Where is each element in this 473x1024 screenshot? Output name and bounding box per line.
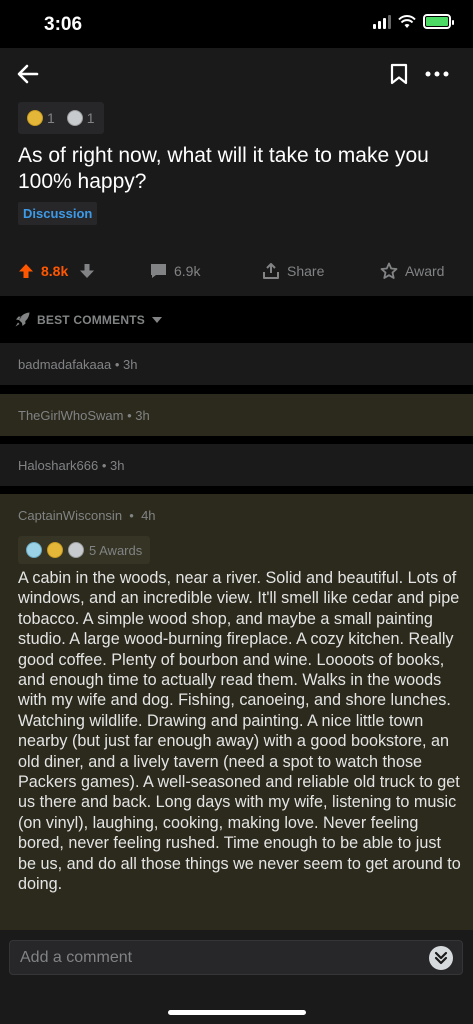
comment-bubble-icon bbox=[151, 264, 166, 278]
separator-dot: • bbox=[98, 457, 110, 473]
status-time: 3:06 bbox=[44, 14, 83, 35]
separator-dot: • bbox=[123, 407, 136, 423]
home-indicator bbox=[168, 1010, 306, 1015]
back-arrow-icon[interactable] bbox=[16, 62, 40, 86]
post-awards[interactable]: 1 1 bbox=[18, 102, 104, 134]
award-label: Award bbox=[405, 263, 445, 279]
wifi-icon bbox=[398, 14, 416, 28]
comment-age: 3h bbox=[135, 407, 150, 423]
separator-dot: • bbox=[125, 508, 138, 523]
separator-dot: • bbox=[111, 356, 124, 372]
more-options-icon[interactable] bbox=[424, 64, 450, 84]
comment-age: 3h bbox=[110, 457, 125, 473]
add-comment-input[interactable]: Add a comment bbox=[9, 940, 463, 975]
gold-award-count: 1 bbox=[47, 110, 55, 126]
award-button[interactable]: Award bbox=[380, 262, 444, 280]
post-title: As of right now, what will it take to ma… bbox=[18, 144, 429, 193]
collapsed-comment[interactable]: badmadafakaaa • 3h bbox=[0, 343, 473, 385]
signal-icon bbox=[373, 14, 391, 29]
sort-label: BEST COMMENTS bbox=[37, 312, 145, 327]
comment-meta: CaptainWisconsin • 4h bbox=[18, 508, 156, 523]
add-comment-placeholder: Add a comment bbox=[20, 948, 133, 966]
caret-down-icon bbox=[151, 316, 162, 323]
wholesome-award-icon bbox=[26, 542, 42, 558]
expanded-comment[interactable]: CaptainWisconsin • 4h 5 Awards A cabin i… bbox=[0, 494, 473, 930]
post-header: 1 1 As of right now, what will it take t… bbox=[0, 48, 473, 296]
vote-controls: 8.8k bbox=[18, 263, 95, 279]
nav-row bbox=[0, 62, 473, 88]
post-action-bar: 8.8k 6.9k Share Award bbox=[0, 258, 473, 284]
downvote-arrow-icon[interactable] bbox=[79, 263, 95, 279]
gold-award-icon bbox=[27, 110, 43, 126]
share-icon bbox=[263, 263, 279, 279]
comment-fade bbox=[0, 914, 473, 930]
silver-award-icon bbox=[68, 542, 84, 558]
comments-button[interactable]: 6.9k bbox=[150, 263, 200, 279]
share-label: Share bbox=[287, 263, 325, 279]
bottom-bar: Add a comment bbox=[0, 930, 473, 1024]
bookmark-icon[interactable] bbox=[388, 62, 410, 86]
collapsed-comment[interactable]: Haloshark666 • 3h bbox=[0, 444, 473, 486]
gold-award-icon bbox=[47, 542, 63, 558]
jump-to-next-button[interactable] bbox=[429, 946, 453, 970]
comment-author: Haloshark666 bbox=[18, 457, 99, 473]
awards-count-label: 5 Awards bbox=[89, 542, 143, 558]
comment-author[interactable]: CaptainWisconsin bbox=[18, 508, 122, 523]
upvote-arrow-icon[interactable] bbox=[18, 263, 34, 279]
award-star-icon bbox=[380, 262, 398, 279]
comment-sort-button[interactable]: BEST COMMENTS bbox=[0, 296, 473, 343]
double-chevron-down-icon bbox=[434, 951, 448, 965]
status-bar: 3:06 bbox=[0, 0, 473, 48]
post-flair[interactable]: Discussion bbox=[18, 202, 98, 225]
upvote-count: 8.8k bbox=[41, 263, 69, 279]
silver-award-count: 1 bbox=[86, 110, 95, 126]
comment-age: 4h bbox=[141, 508, 156, 523]
battery-icon bbox=[423, 14, 454, 29]
comment-author: badmadafakaaa bbox=[18, 356, 112, 372]
comment-body: A cabin in the woods, near a river. Soli… bbox=[18, 569, 461, 894]
comment-age: 3h bbox=[123, 356, 138, 372]
rocket-icon bbox=[15, 312, 30, 327]
status-icons bbox=[373, 14, 454, 29]
comment-count: 6.9k bbox=[174, 263, 201, 279]
collapsed-comment[interactable]: TheGirlWhoSwam • 3h bbox=[0, 394, 473, 436]
comment-awards[interactable]: 5 Awards bbox=[18, 536, 151, 564]
silver-award-icon bbox=[66, 110, 83, 126]
share-button[interactable]: Share bbox=[262, 263, 324, 279]
comment-author: TheGirlWhoSwam bbox=[18, 407, 124, 423]
